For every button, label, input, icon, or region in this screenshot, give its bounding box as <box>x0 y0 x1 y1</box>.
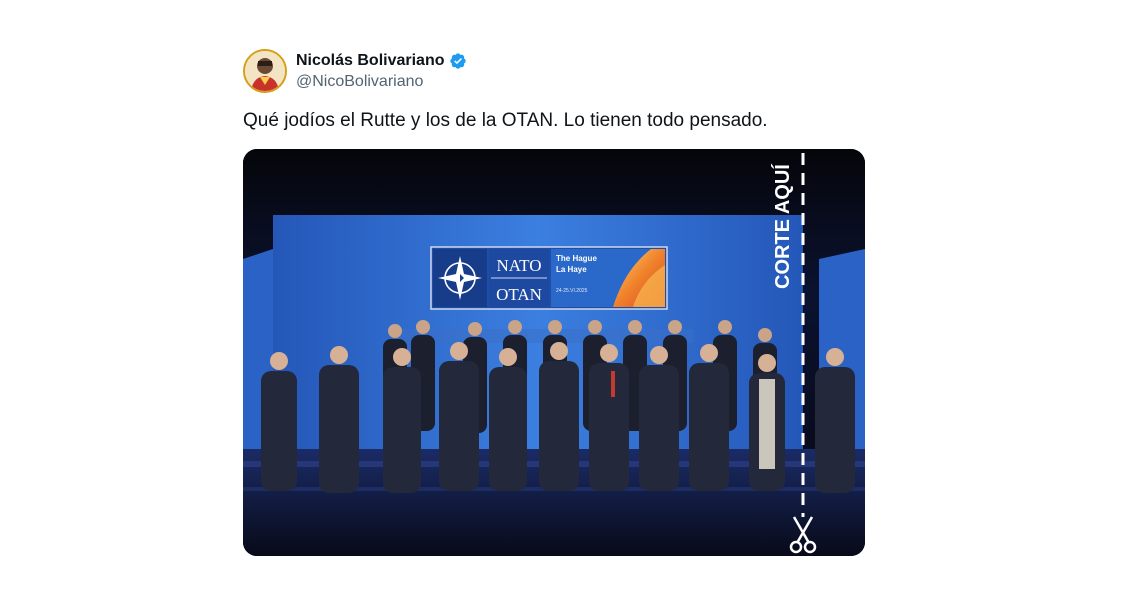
nato-banner: NATO OTAN The Hague La Haye 24-25.VI.202… <box>430 246 668 310</box>
flags-row <box>393 329 693 343</box>
tweet-header: Nicolás Bolivariano @NicoBolivariano <box>243 48 865 94</box>
banner-city-en: The Hague <box>556 254 597 263</box>
banner-date: 24-25.VI.2025 <box>556 288 588 294</box>
media-photo: NATO OTAN The Hague La Haye 24-25.VI.202… <box>243 149 865 556</box>
author-name-row: Nicolás Bolivariano <box>296 52 467 70</box>
tweet-text: Qué jodíos el Rutte y los de la OTAN. Lo… <box>243 110 768 131</box>
cut-label: CORTE AQUÍ <box>771 164 794 289</box>
author-names: Nicolás Bolivariano @NicoBolivariano <box>296 52 467 91</box>
tweet-media[interactable]: NATO OTAN The Hague La Haye 24-25.VI.202… <box>243 149 865 556</box>
banner-nato-text: NATO <box>496 256 541 275</box>
author-name[interactable]: Nicolás Bolivariano <box>296 52 445 70</box>
avatar-image <box>245 51 285 91</box>
avatar[interactable] <box>243 49 287 93</box>
author-handle[interactable]: @NicoBolivariano <box>296 73 467 91</box>
banner-city-fr: La Haye <box>556 265 587 274</box>
tweet: Nicolás Bolivariano @NicoBolivariano Qué… <box>243 48 865 556</box>
verified-badge-icon[interactable] <box>449 52 467 70</box>
banner-otan-text: OTAN <box>496 285 542 304</box>
